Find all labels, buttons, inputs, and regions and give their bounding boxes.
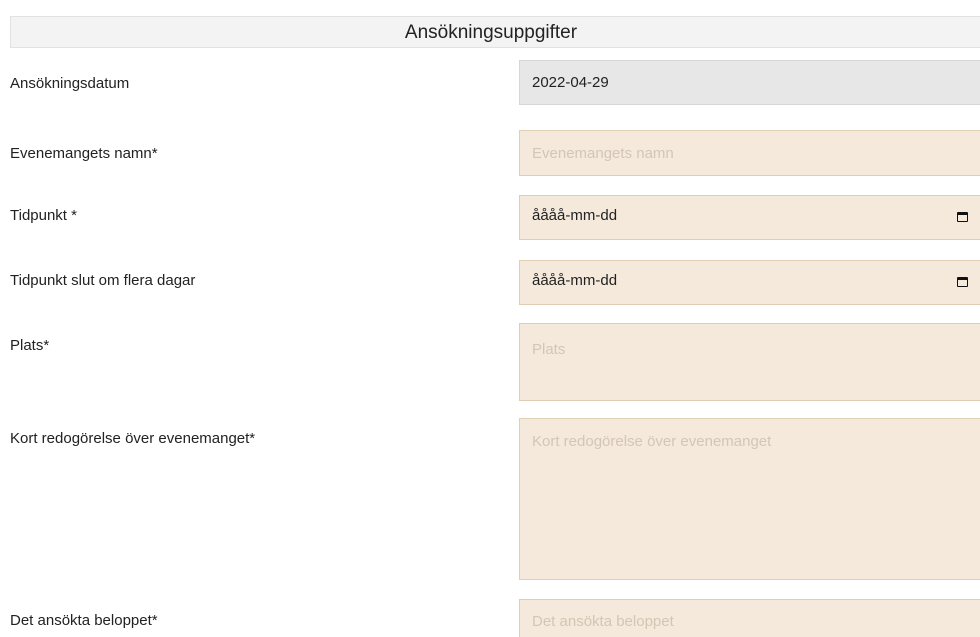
description-label: Kort redogörelse över evenemanget* xyxy=(10,430,256,447)
end-time-value: åååå-mm-dd xyxy=(532,272,618,289)
description-placeholder: Kort redogörelse över evenemanget xyxy=(532,433,772,450)
section-header: Ansökningsuppgifter xyxy=(10,16,980,48)
application-date-field: 2022-04-29 xyxy=(519,60,980,105)
event-name-label: Evenemangets namn* xyxy=(10,145,158,162)
amount-label: Det ansökta beloppet* xyxy=(10,612,158,629)
application-date-value: 2022-04-29 xyxy=(532,74,609,91)
calendar-icon[interactable] xyxy=(957,277,968,287)
end-time-date-input[interactable]: åååå-mm-dd xyxy=(519,260,980,305)
place-textarea[interactable]: Plats xyxy=(519,323,980,401)
calendar-icon[interactable] xyxy=(957,212,968,222)
place-placeholder: Plats xyxy=(532,341,566,358)
description-textarea[interactable]: Kort redogörelse över evenemanget xyxy=(519,418,980,580)
end-time-label: Tidpunkt slut om flera dagar xyxy=(10,272,196,289)
amount-placeholder: Det ansökta beloppet xyxy=(532,613,674,630)
amount-input[interactable]: Det ansökta beloppet xyxy=(519,599,980,637)
start-time-value: åååå-mm-dd xyxy=(532,207,618,224)
section-title: Ansökningsuppgifter xyxy=(404,22,578,43)
start-time-date-input[interactable]: åååå-mm-dd xyxy=(519,195,980,240)
application-date-label: Ansökningsdatum xyxy=(10,75,130,92)
place-label: Plats* xyxy=(10,337,50,354)
start-time-label: Tidpunkt * xyxy=(10,207,77,224)
event-name-placeholder: Evenemangets namn xyxy=(532,145,674,162)
event-name-input[interactable]: Evenemangets namn xyxy=(519,130,980,176)
application-form: Ansökningsuppgifter Ansökningsdatum 2022… xyxy=(0,0,980,637)
